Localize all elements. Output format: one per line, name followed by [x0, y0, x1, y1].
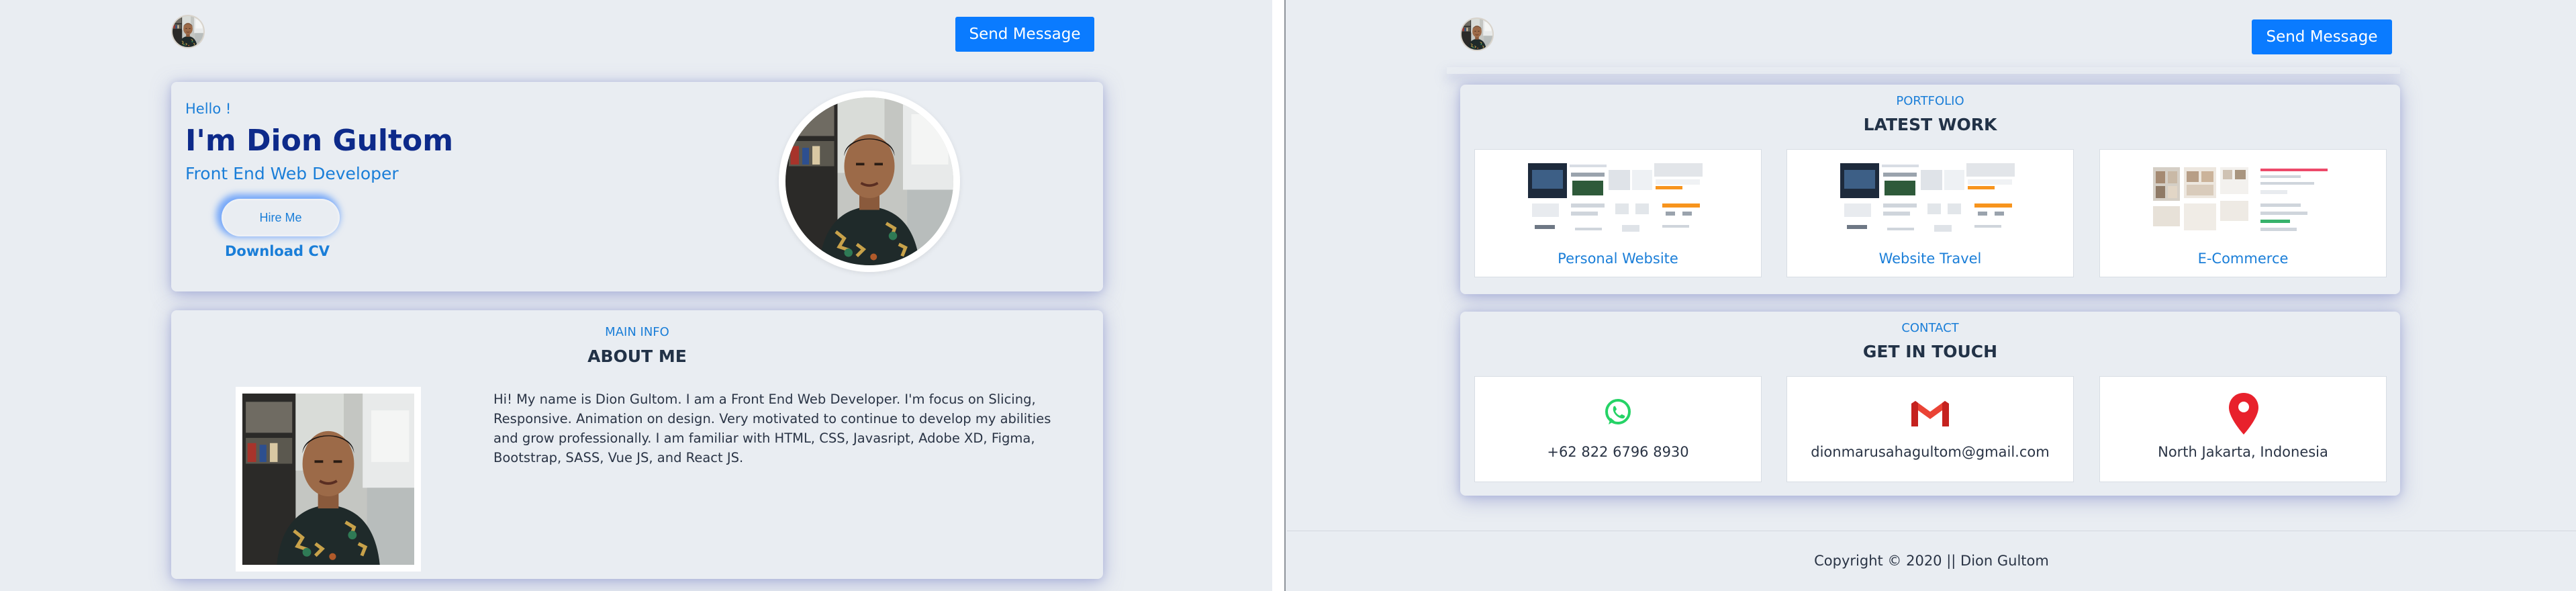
contact-item-email[interactable]: dionmarusahagultom@gmail.com: [1786, 376, 2074, 482]
portfolio-item-label: Personal Website: [1558, 251, 1678, 267]
gmail-icon: [1911, 401, 1949, 426]
personal-website-thumbnail: [1528, 163, 1709, 242]
contact-item-phone[interactable]: +62 822 6796 8930: [1474, 376, 1762, 482]
navbar-shadow: [1447, 67, 2400, 74]
hire-me-button[interactable]: Hire Me: [222, 199, 340, 236]
contact-phone-text: +62 822 6796 8930: [1547, 444, 1689, 460]
portfolio-eyebrow: PORTFOLIO: [1896, 94, 1964, 108]
send-message-button[interactable]: Send Message: [955, 17, 1094, 52]
about-card: MAIN INFO ABOUT ME Hi! My name is Dion G…: [171, 310, 1103, 579]
footer-copyright: Copyright © 2020 || Dion Gultom: [1814, 553, 2049, 569]
e-commerce-thumbnail: [2153, 163, 2334, 242]
contact-eyebrow: CONTACT: [1901, 321, 1959, 335]
download-cv-link[interactable]: Download CV: [225, 243, 330, 259]
contact-email-text: dionmarusahagultom@gmail.com: [1811, 444, 2050, 460]
window-divider: [1272, 0, 1286, 591]
whatsapp-icon: [1605, 399, 1631, 424]
map-pin-icon: [2229, 393, 2258, 435]
hero-role: Front End Web Developer: [185, 164, 399, 183]
portfolio-item-website-travel[interactable]: Website Travel: [1786, 149, 2074, 277]
send-message-button[interactable]: Send Message: [2252, 19, 2392, 54]
contact-item-location[interactable]: North Jakarta, Indonesia: [2099, 376, 2387, 482]
portfolio-card: PORTFOLIO LATEST WORK Personal Website W…: [1460, 85, 2400, 294]
about-text: Hi! My name is Dion Gultom. I am a Front…: [493, 392, 1051, 465]
hero-profile-photo: [779, 91, 960, 272]
about-eyebrow: MAIN INFO: [605, 325, 669, 339]
portfolio-item-label: Website Travel: [1878, 251, 1982, 267]
hero-name: I'm Dion Gultom: [185, 124, 454, 158]
hero-card: Hello ! I'm Dion Gultom Front End Web De…: [171, 82, 1103, 291]
portfolio-item-e-commerce[interactable]: E-Commerce: [2099, 149, 2387, 277]
portfolio-item-personal-website[interactable]: Personal Website: [1474, 149, 1762, 277]
contact-card: CONTACT GET IN TOUCH +62 822 6796 8930 d…: [1460, 312, 2400, 496]
about-title: ABOUT ME: [587, 347, 687, 366]
portfolio-title: LATEST WORK: [1863, 115, 1997, 134]
navbar-avatar[interactable]: [1460, 17, 1494, 51]
contact-location-text: North Jakarta, Indonesia: [2158, 444, 2328, 460]
right-browser-pane: Send Message PORTFOLIO LATEST WORK Perso…: [1287, 0, 2576, 591]
navbar-avatar[interactable]: [171, 15, 205, 48]
website-travel-thumbnail: [1840, 163, 2021, 242]
about-photo: [236, 387, 421, 572]
greeting-text: Hello !: [185, 101, 232, 117]
portfolio-item-label: E-Commerce: [2197, 251, 2289, 267]
left-browser-pane: Send Message Hello ! I'm Dion Gultom Fro…: [0, 0, 1272, 591]
contact-title: GET IN TOUCH: [1862, 342, 1998, 361]
